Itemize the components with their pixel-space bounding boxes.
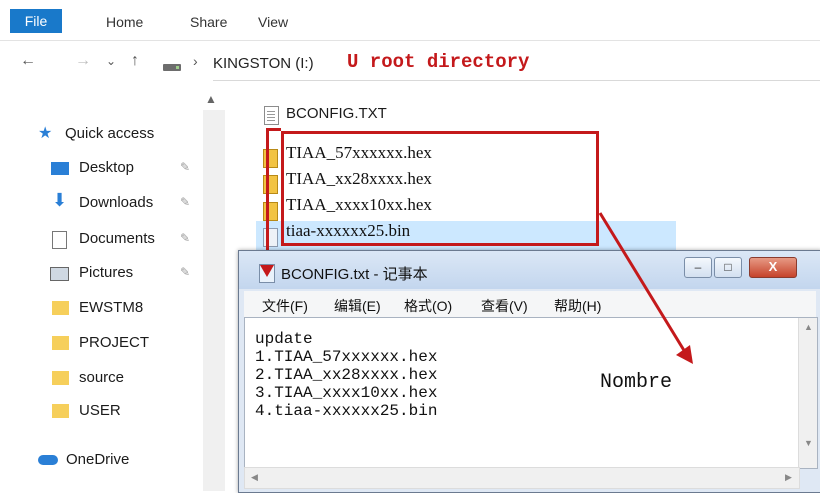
annotation-nombre: Nombre — [600, 371, 673, 394]
annotation-arrow — [598, 212, 693, 364]
